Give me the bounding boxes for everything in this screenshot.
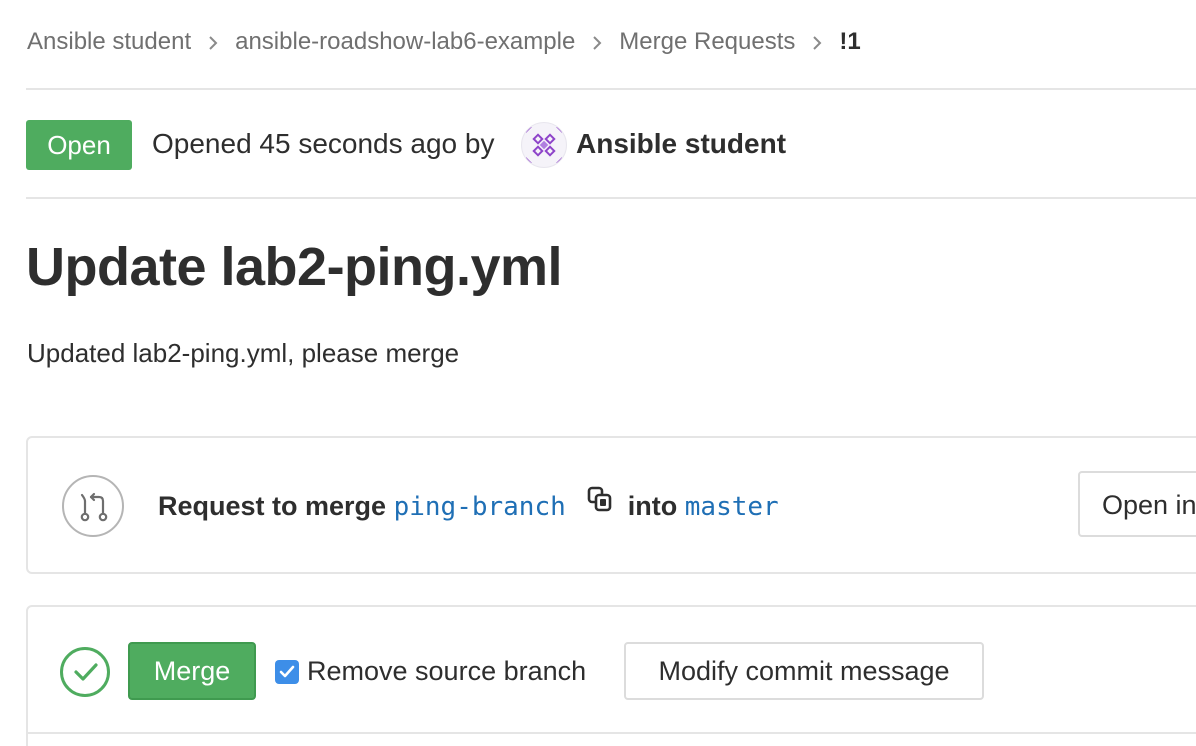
breadcrumb: Ansible student ansible-roadshow-lab6-ex… — [27, 26, 861, 58]
breadcrumb-item-project[interactable]: ansible-roadshow-lab6-example — [235, 28, 575, 56]
merge-request-branches: Request to merge ping-branch into master — [158, 485, 779, 526]
merge-widget-card: Merge Remove source branch Modify commit… — [26, 605, 1196, 746]
author-name-link[interactable]: Ansible student — [576, 126, 786, 162]
target-branch-link[interactable]: master — [685, 492, 779, 522]
request-to-merge-label: Request to merge — [158, 491, 387, 521]
header-divider — [26, 88, 1196, 90]
opened-timestamp-text: Opened 45 seconds ago by — [152, 128, 495, 159]
merge-request-icon — [62, 475, 124, 537]
chevron-right-icon — [191, 28, 235, 56]
avatar[interactable] — [521, 122, 567, 168]
check-circle-icon — [60, 647, 110, 697]
merge-widget-divider — [28, 732, 1196, 734]
status-divider — [26, 197, 1196, 199]
open-in-button[interactable]: Open in — [1078, 471, 1196, 537]
breadcrumb-current[interactable]: !1 — [839, 28, 860, 56]
chevron-right-icon — [795, 28, 839, 56]
merge-request-page: Ansible student ansible-roadshow-lab6-ex… — [0, 0, 1196, 746]
copy-icon[interactable] — [586, 485, 616, 522]
breadcrumb-item-group[interactable]: Ansible student — [27, 28, 191, 56]
branch-info-card: Request to merge ping-branch into master… — [26, 436, 1196, 574]
mr-description: Updated lab2-ping.yml, please merge — [27, 338, 460, 368]
identicon-avatar-icon — [526, 127, 562, 163]
modify-commit-message-button[interactable]: Modify commit message — [624, 642, 984, 700]
remove-source-branch-checkbox[interactable] — [275, 660, 299, 684]
page-title: Update lab2-ping.yml — [26, 237, 563, 297]
chevron-right-icon — [575, 28, 619, 56]
remove-source-branch-label[interactable]: Remove source branch — [307, 653, 586, 689]
checkmark-icon — [279, 665, 295, 678]
status-badge: Open — [26, 120, 132, 170]
merge-button[interactable]: Merge — [128, 642, 256, 700]
into-label: into — [627, 491, 678, 521]
source-branch-link[interactable]: ping-branch — [394, 492, 566, 522]
breadcrumb-item-merge-requests[interactable]: Merge Requests — [619, 28, 795, 56]
